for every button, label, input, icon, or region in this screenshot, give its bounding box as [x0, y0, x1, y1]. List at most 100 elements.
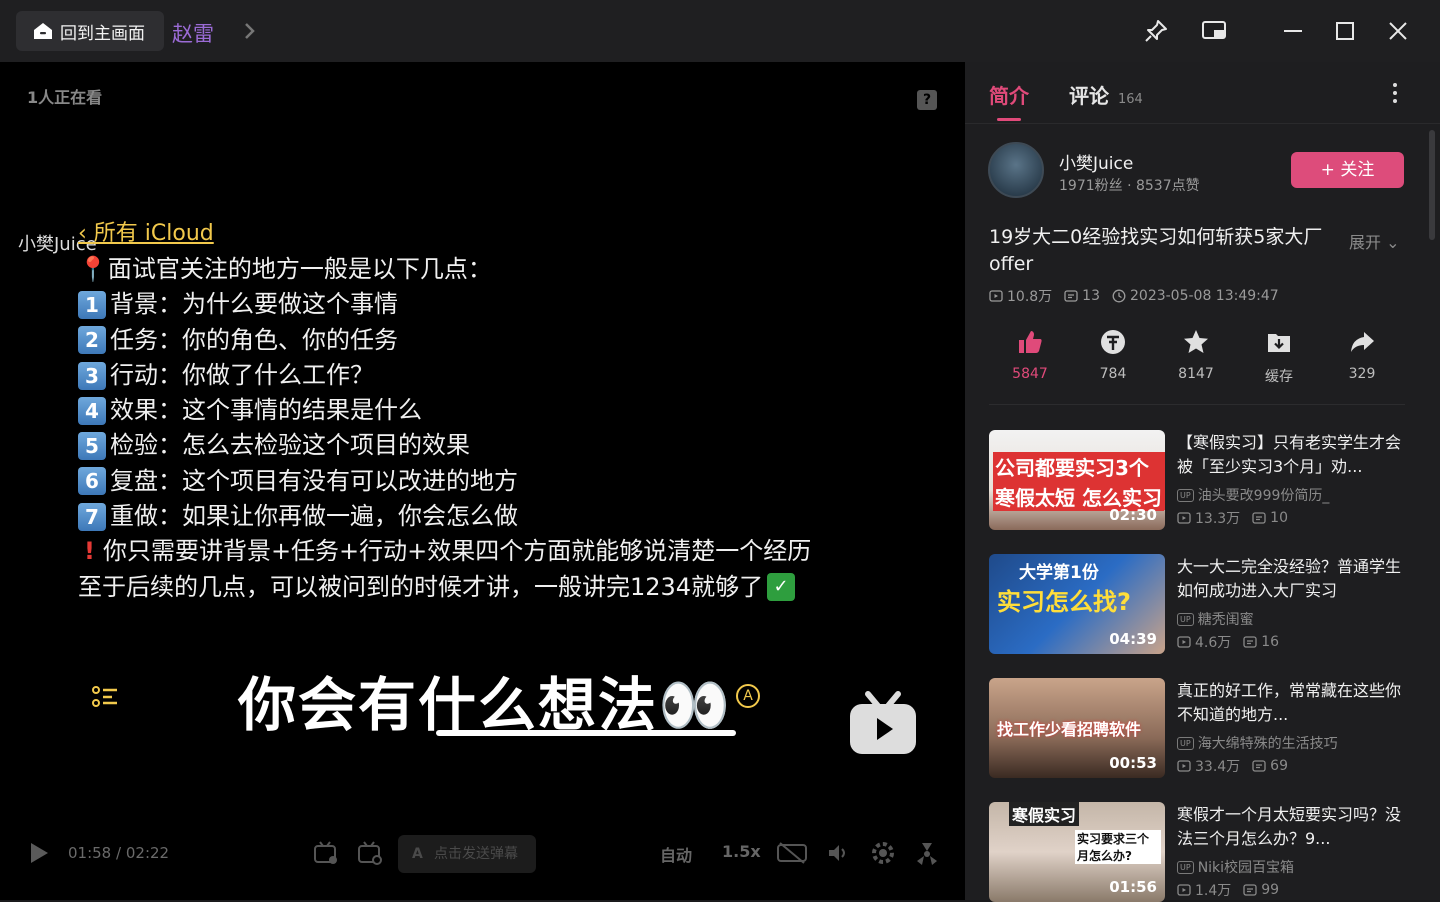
expand-label: 展开 [1349, 233, 1382, 252]
close-button[interactable] [1381, 14, 1415, 48]
note-point-text: 行动：你做了什么工作？ [110, 360, 374, 389]
current-time: 01:58 [68, 844, 112, 862]
volume-icon[interactable] [826, 841, 850, 865]
coin-icon [1101, 330, 1125, 354]
bilibili-tv-icon [850, 691, 916, 754]
playback-time: 01:58 / 02:22 [68, 844, 169, 862]
chevron-down-icon: ⌄ [1386, 233, 1400, 252]
mini-player-button[interactable] [1197, 14, 1231, 48]
number-badge: 4 [78, 396, 106, 425]
note-point: 3 行动：你做了什么工作？ [78, 358, 811, 393]
comment-count: 164 [1117, 92, 1143, 107]
share-button[interactable]: 329 [1332, 328, 1392, 382]
back-to-home-button[interactable]: 回到主画面 [16, 11, 164, 51]
maximize-icon [1336, 22, 1354, 40]
chevron-left-icon: ‹ [78, 221, 94, 246]
video-thumbnail[interactable]: 公司都要实习3个月 寒假太短 怎么实习 02:30 [989, 430, 1165, 530]
home-icon [34, 23, 52, 39]
expand-button[interactable]: 展开 ⌄ [1349, 229, 1400, 253]
cache-button[interactable]: 缓存 [1249, 328, 1309, 386]
minimize-icon [1284, 30, 1302, 32]
recommended-uploader[interactable]: UP Niki校园百宝箱 [1177, 857, 1294, 877]
danmaku-count: 13 [1082, 288, 1100, 304]
video-thumbnail[interactable]: 大学第1份 实习怎么找? 04:39 [989, 554, 1165, 654]
recommended-video[interactable]: 找工作少看招聘软件 00:53 真正的好工作，常常藏在这些你不知道的地方... … [989, 678, 1409, 778]
download-icon [1268, 334, 1290, 352]
danmaku-toggle-icon[interactable] [312, 840, 340, 866]
recommended-title[interactable]: 寒假才一个月太短要实习吗？没法三个月怎么办？9... [1177, 803, 1403, 851]
title-bar: 回到主画面 赵雷 [0, 0, 1440, 62]
video-thumbnail[interactable]: 寒假实习 实习要求三个月怎么办? 01:56 [989, 802, 1165, 902]
recommended-stats: 13.3万 10 [1177, 508, 1288, 528]
danmaku-settings-icon[interactable] [356, 840, 384, 866]
maximize-button[interactable] [1328, 14, 1362, 48]
view-count: 1.4万 [1195, 883, 1232, 899]
danmaku-count: 99 [1261, 882, 1280, 898]
recommended-uploader[interactable]: UP 油头要改999份简历_ [1177, 485, 1329, 505]
recommended-video[interactable]: 公司都要实习3个月 寒假太短 怎么实习 02:30 【寒假实习】只有老实学生才会… [989, 430, 1409, 530]
chevron-right-icon[interactable] [240, 19, 260, 43]
uploader-name[interactable]: 小樊Juice [1059, 149, 1133, 174]
thumbs-up-icon [1019, 331, 1042, 353]
avatar[interactable] [988, 142, 1044, 198]
clock-icon [1112, 289, 1126, 303]
danmaku-placeholder: 点击发送弹幕 [434, 846, 518, 862]
favorite-button[interactable]: 8147 [1166, 328, 1226, 382]
recommended-title[interactable]: 【寒假实习】只有老实学生才会被「至少实习3个月」劝... [1177, 431, 1403, 479]
view-count: 4.6万 [1195, 635, 1232, 651]
danmaku-input[interactable]: A 点击发送弹幕 [398, 835, 536, 873]
view-count: 33.4万 [1195, 759, 1241, 775]
video-sidebar: 简介 评论 164 小樊Juice 1971粉丝 · 8537点赞 + 关注 1… [965, 62, 1440, 902]
note-point-text: 任务：你的角色、你的任务 [110, 325, 398, 354]
thumbnail-caption: 实习要求三个月怎么办? [1075, 830, 1161, 864]
recommended-uploader[interactable]: UP 海大绵特殊的生活技巧 [1177, 733, 1338, 753]
note-warning: ! 你只需要讲背景+任务+行动+效果四个方面就能够说清楚一个经历 [78, 534, 811, 569]
publish-date: 2023-05-08 13:49:47 [1130, 288, 1279, 304]
note-closing: 至于后续的几点，可以被问到的时候才讲，一般讲完1234就够了 ✓ [78, 570, 811, 605]
uploader-stats: 1971粉丝 · 8537点赞 [1059, 178, 1200, 194]
speed-button[interactable]: 1.5x [722, 842, 761, 861]
video-thumbnail[interactable]: 找工作少看招聘软件 00:53 [989, 678, 1165, 778]
subtitle-off-icon[interactable] [776, 841, 808, 865]
icloud-link-label: 所有 iCloud [93, 221, 214, 246]
play-count-icon [1177, 884, 1191, 896]
fullscreen-icon[interactable] [914, 840, 940, 866]
like-button[interactable]: 5847 [1000, 328, 1060, 382]
follow-button[interactable]: + 关注 [1291, 152, 1404, 188]
up-badge-icon: UP [1177, 612, 1194, 626]
up-badge-icon: UP [1177, 488, 1194, 502]
recommended-video[interactable]: 大学第1份 实习怎么找? 04:39 大一大二完全没经验？普通学生如何成功进入大… [989, 554, 1409, 654]
home-button-label: 回到主画面 [60, 23, 145, 44]
danmaku-count: 69 [1270, 758, 1288, 774]
coin-count: 784 [1099, 366, 1127, 382]
recommended-title[interactable]: 大一大二完全没经验？普通学生如何成功进入大厂实习 [1177, 555, 1403, 603]
danmaku-count-icon [1243, 636, 1257, 648]
divider [989, 404, 1405, 405]
checkmark-icon: ✓ [767, 573, 796, 602]
play-count-icon [989, 290, 1003, 302]
tab-comments[interactable]: 评论 164 [1069, 80, 1143, 109]
recommended-title[interactable]: 真正的好工作，常常藏在这些你不知道的地方... [1177, 679, 1403, 727]
overlay-title: 赵雷 [172, 22, 214, 46]
minimize-button[interactable] [1276, 14, 1310, 48]
help-icon[interactable]: ? [917, 90, 937, 110]
coin-button[interactable]: 784 [1083, 328, 1143, 382]
number-badge: 2 [78, 326, 106, 355]
pin-button[interactable] [1139, 14, 1173, 48]
sidebar-scrollbar[interactable] [1427, 124, 1435, 900]
scroll-thumb[interactable] [1429, 130, 1435, 240]
thumbnail-caption: 寒假实习 [1009, 802, 1080, 826]
recommended-uploader[interactable]: UP 糖秃闺蜜 [1177, 609, 1254, 629]
note-point: 2 任务：你的角色、你的任务 [78, 323, 811, 358]
play-count-icon [1177, 760, 1191, 772]
pin-icon [1145, 20, 1167, 42]
more-options-icon[interactable] [1385, 82, 1405, 104]
thumbnail-caption: 大学第1份 [1019, 563, 1099, 583]
play-icon[interactable] [28, 841, 50, 865]
video-player[interactable]: 1人正在看 ? 小樊Juice ‹ 所有 iCloud 📍面试官关注的地方一般是… [0, 62, 965, 900]
tab-intro[interactable]: 简介 [989, 80, 1029, 109]
star-icon [1184, 330, 1208, 353]
recommended-video[interactable]: 寒假实习 实习要求三个月怎么办? 01:56 寒假才一个月太短要实习吗？没法三个… [989, 802, 1409, 902]
quality-button[interactable]: 自动 [660, 842, 692, 866]
settings-icon[interactable] [870, 840, 896, 866]
